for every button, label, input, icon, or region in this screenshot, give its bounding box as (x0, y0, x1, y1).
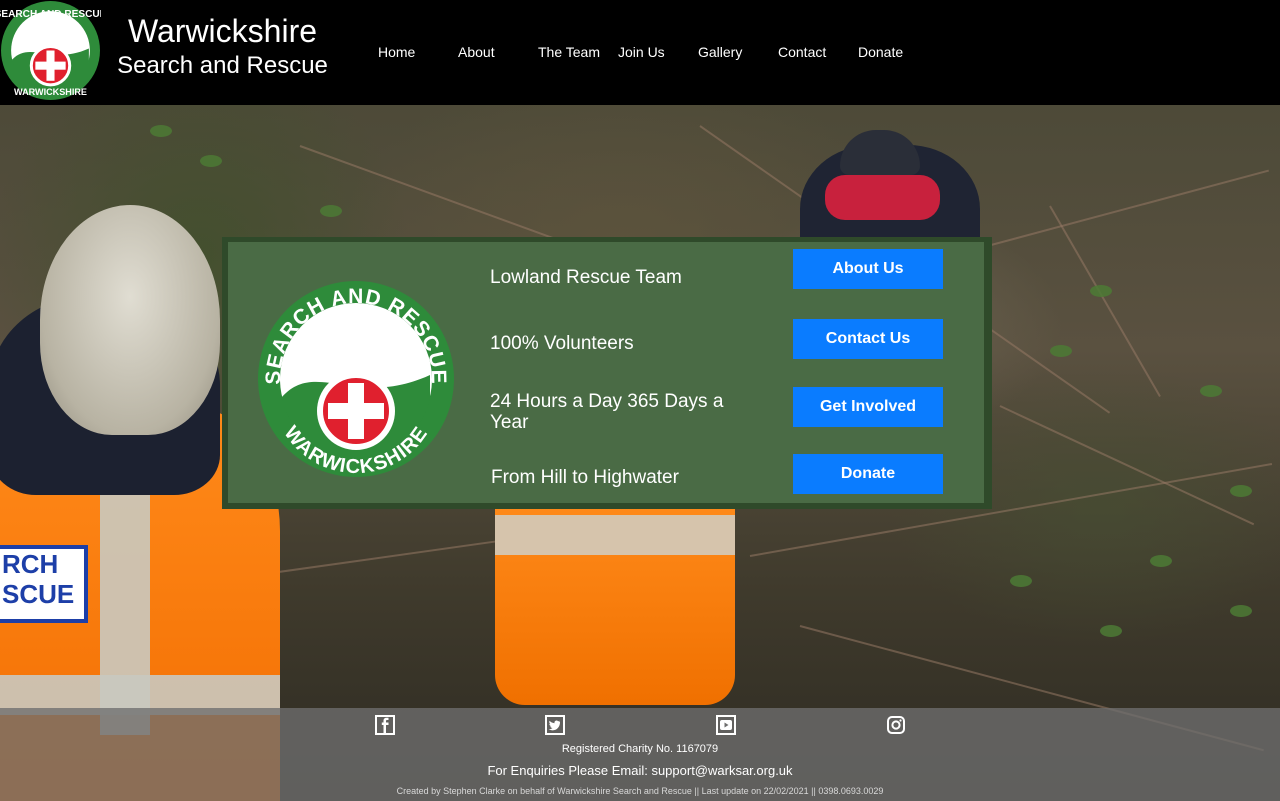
nav-gallery[interactable]: Gallery (698, 44, 742, 60)
contact-us-button[interactable]: Contact Us (793, 319, 943, 359)
nav-contact[interactable]: Contact (778, 44, 826, 60)
info-panel: SEARCH AND RESCUE WARWICKSHIRE Lowland R… (222, 237, 992, 509)
site-logo-icon[interactable]: SEARCH AND RESCUE WARWICKSHIRE (0, 0, 101, 101)
nav-home[interactable]: Home (378, 44, 415, 60)
svg-text:SEARCH AND RESCUE: SEARCH AND RESCUE (0, 9, 101, 20)
feature-hill-to-highwater: From Hill to Highwater (491, 467, 679, 488)
site-title-line2: Search and Rescue (117, 52, 328, 79)
youtube-icon[interactable] (716, 715, 736, 735)
facebook-icon[interactable] (375, 715, 395, 735)
site-title[interactable]: Warwickshire Search and Rescue (110, 12, 335, 82)
panel-logo-icon: SEARCH AND RESCUE WARWICKSHIRE (258, 281, 454, 478)
feature-volunteers: 100% Volunteers (490, 333, 634, 354)
feature-24-hours: 24 Hours a Day 365 Days a Year (490, 391, 724, 433)
nav-the-team[interactable]: The Team (538, 44, 600, 60)
twitter-icon[interactable] (545, 715, 565, 735)
site-footer: Registered Charity No. 1167079 For Enqui… (0, 708, 1280, 801)
site-header: SEARCH AND RESCUE WARWICKSHIRE Warwicksh… (0, 0, 1280, 105)
nav-join-us[interactable]: Join Us (618, 44, 665, 60)
site-title-line1: Warwickshire (127, 13, 318, 49)
site-credit: Created by Stephen Clarke on behalf of W… (396, 786, 884, 796)
charity-number: Registered Charity No. 1167079 (561, 743, 719, 755)
svg-text:WARWICKSHIRE: WARWICKSHIRE (14, 87, 87, 97)
donate-button[interactable]: Donate (793, 454, 943, 494)
feature-lowland: Lowland Rescue Team (490, 267, 682, 288)
get-involved-button[interactable]: Get Involved (793, 387, 943, 427)
instagram-icon[interactable] (886, 715, 906, 735)
nav-about[interactable]: About (458, 44, 495, 60)
nav-donate[interactable]: Donate (858, 44, 903, 60)
about-us-button[interactable]: About Us (793, 249, 943, 289)
enquiry-email[interactable]: For Enquiries Please Email: support@wark… (0, 763, 1280, 778)
